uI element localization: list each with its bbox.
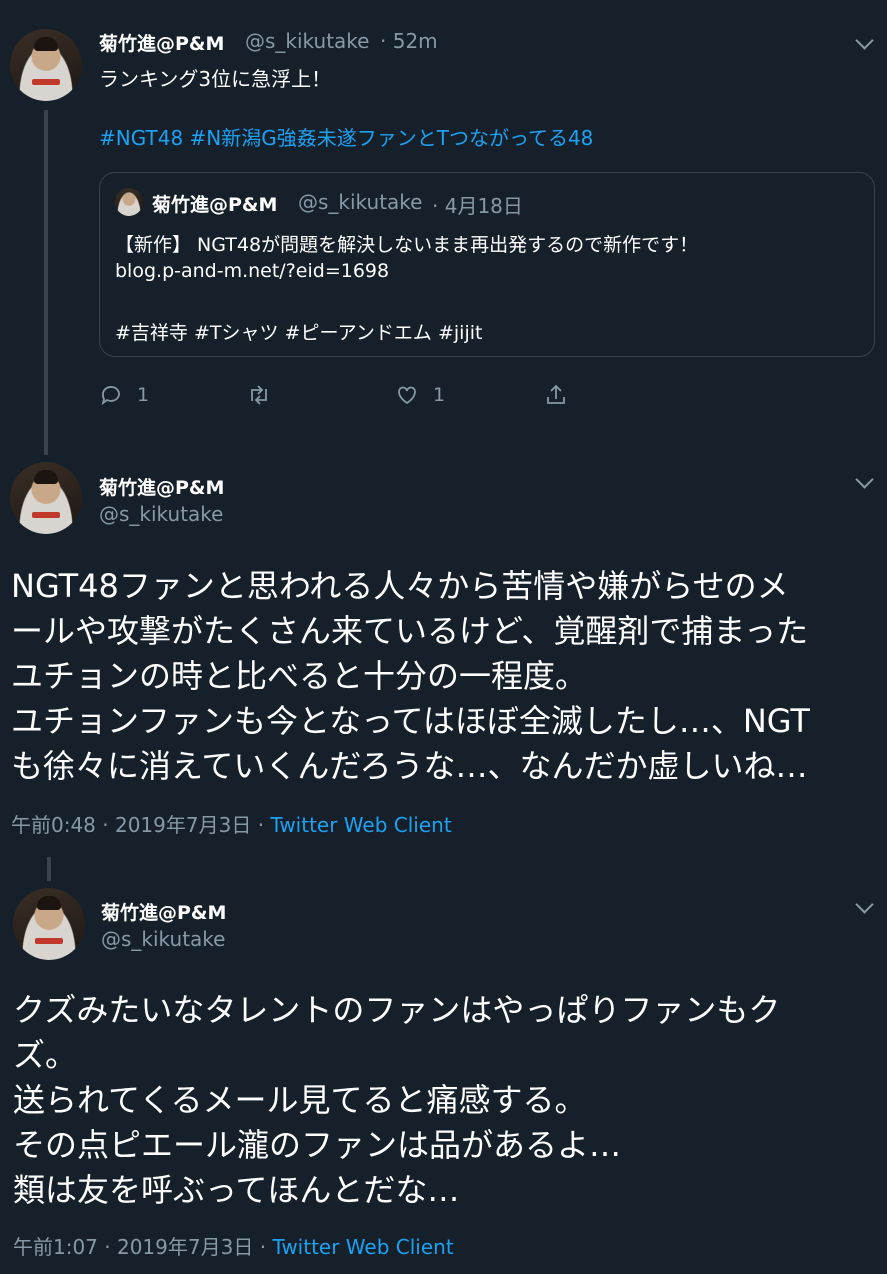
- quote-author-name: 菊竹進@P&M: [152, 194, 278, 216]
- tweet-text-line: ユチョンファンも今となってはほぼ全滅したし…、NGT: [11, 702, 810, 740]
- quote-link: blog.p-and-m.net/?eid=1698: [115, 260, 390, 282]
- tweet-text-line: ユチョンの時と比べると十分の一程度。: [11, 657, 588, 695]
- tweet-text: ランキング3位に急浮上！: [99, 67, 332, 91]
- author-name[interactable]: 菊竹進@P&M: [101, 898, 226, 925]
- client-link[interactable]: Twitter Web Client: [272, 1235, 453, 1259]
- like-count: 1: [433, 384, 446, 406]
- avatar[interactable]: [13, 888, 85, 960]
- thread-line: [47, 857, 51, 881]
- timestamp[interactable]: 午前1:07 · 2019年7月3日 ·: [13, 1235, 272, 1259]
- heart-icon: [398, 386, 416, 405]
- quote-author-handle: @s_kikutake: [298, 190, 423, 214]
- tweet-text-line: その点ピエール瀧のファンは品があるよ…: [13, 1126, 622, 1164]
- reply-icon: [101, 386, 120, 406]
- reply-count: 1: [137, 384, 150, 406]
- tweet-text-line: クズみたいなタレントのファンはやっぱりファンもク: [13, 991, 781, 1029]
- chevron-down-icon[interactable]: [855, 895, 874, 914]
- retweet-icon: [251, 385, 267, 405]
- hashtags[interactable]: #NGT48 #N新潟G強姦未遂ファンとTつながってる48: [99, 122, 593, 151]
- timestamp[interactable]: 午前0:48 · 2019年7月3日 ·: [11, 813, 270, 837]
- tweet-time[interactable]: · 52m: [380, 29, 438, 53]
- tweet-meta: 午前0:48 · 2019年7月3日 · Twitter Web Client: [11, 809, 452, 838]
- quoted-tweet[interactable]: 菊竹進@P&M @s_kikutake · 4月18日 【新作】 NGT48が問…: [99, 172, 875, 357]
- avatar[interactable]: [10, 462, 82, 534]
- quote-avatar: [115, 188, 143, 216]
- thread-line: [44, 110, 48, 455]
- author-handle[interactable]: @s_kikutake: [101, 927, 225, 951]
- tweet-text-line: ズ。: [13, 1036, 78, 1074]
- like-button[interactable]: 1: [395, 383, 445, 407]
- author-name[interactable]: 菊竹進@P&M: [99, 473, 224, 500]
- client-link[interactable]: Twitter Web Client: [270, 813, 451, 837]
- quote-time: · 4月18日: [432, 194, 523, 218]
- chevron-down-icon[interactable]: [855, 31, 874, 50]
- retweet-button[interactable]: [247, 383, 271, 407]
- share-button[interactable]: [544, 383, 568, 407]
- author-handle[interactable]: @s_kikutake: [245, 29, 369, 53]
- tweet-text-line: ールや攻撃がたくさん来ているけど、覚醒剤で捕まった: [11, 612, 809, 650]
- quote-text-line: 【新作】 NGT48が問題を解決しないまま再出発するので新作です！: [115, 234, 699, 256]
- tweet-text-line: も徐々に消えていくんだろうな…、なんだか虚しいね…: [11, 747, 808, 785]
- share-icon: [547, 384, 565, 404]
- tweet-text-line: 類は友を呼ぶってほんとだな…: [13, 1171, 460, 1209]
- chevron-down-icon[interactable]: [855, 470, 874, 489]
- author-handle[interactable]: @s_kikutake: [99, 502, 223, 526]
- reply-button[interactable]: 1: [99, 383, 149, 407]
- quote-hashtags: #吉祥寺 #Tシャツ #ピーアンドエム #jijit: [115, 322, 483, 344]
- avatar[interactable]: [10, 29, 82, 101]
- tweet-text-line: 送られてくるメール見てると痛感する。: [13, 1081, 587, 1119]
- author-name[interactable]: 菊竹進@P&M: [99, 29, 224, 56]
- tweet-text-line: NGT48ファンと思われる人々から苦情や嫌がらせのメ: [11, 567, 789, 605]
- tweet-meta: 午前1:07 · 2019年7月3日 · Twitter Web Client: [13, 1231, 454, 1260]
